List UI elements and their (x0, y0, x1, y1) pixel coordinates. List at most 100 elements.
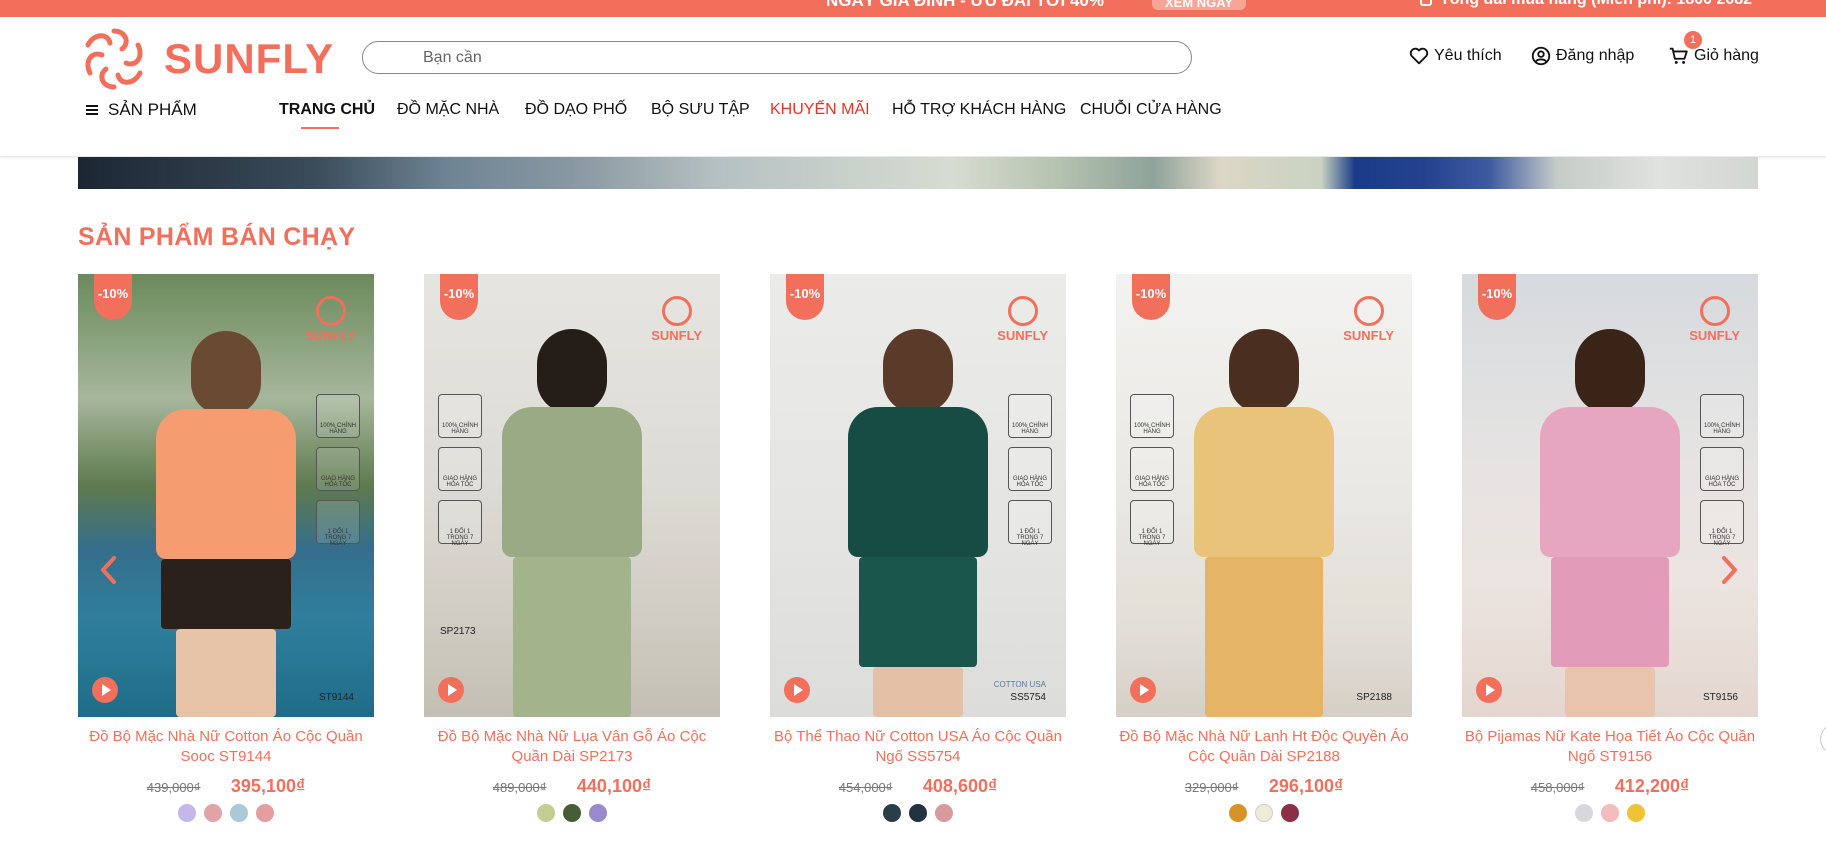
play-video-icon[interactable] (784, 677, 810, 703)
price-row: 458,000₫ 412,200₫ (1462, 776, 1758, 797)
play-video-icon[interactable] (438, 677, 464, 703)
cotton-usa-mark: COTTON USA (993, 680, 1046, 689)
product-card[interactable]: -10% SUNFLY 100% CHÍNH HÃNG GIAO HÀNG HỎ… (78, 274, 374, 827)
color-swatch[interactable] (1281, 804, 1299, 822)
search-input[interactable] (423, 46, 1163, 70)
fast-delivery-badge: GIAO HÀNG HỎA TỐC (1008, 447, 1052, 491)
color-swatches (78, 804, 374, 827)
hotline[interactable]: Tổng đài mua hàng (Miễn phí): 1800 2082 (1420, 0, 1752, 9)
color-swatch[interactable] (537, 804, 555, 822)
color-swatch[interactable] (1575, 804, 1593, 822)
color-swatch[interactable] (1627, 804, 1645, 822)
sale-price: 408,600₫ (922, 776, 998, 796)
image-sku: ST9144 (318, 692, 354, 703)
color-swatch[interactable] (589, 804, 607, 822)
color-swatches (1116, 804, 1412, 827)
sale-price: 440,100₫ (576, 776, 652, 796)
brand-mark: SUNFLY (1343, 296, 1394, 343)
product-image[interactable]: -10% SUNFLY 100% CHÍNH HÃNG GIAO HÀNG HỎ… (770, 274, 1066, 717)
color-swatch[interactable] (256, 804, 274, 822)
brand-mark: SUNFLY (305, 296, 356, 343)
discount-badge: -10% (1478, 274, 1516, 320)
exchange-badge: 1 ĐỔI 1 TRONG 7 NGÀY (1008, 500, 1052, 547)
nav-streetwear[interactable]: ĐỒ DẠO PHỐ (525, 101, 627, 119)
hero-banner[interactable] (78, 157, 1758, 189)
color-swatch[interactable] (204, 804, 222, 822)
model-figure (502, 329, 642, 717)
sunfly-logo-icon (85, 28, 143, 90)
sale-price: 395,100₫ (230, 776, 306, 796)
color-swatch[interactable] (935, 804, 953, 822)
product-name[interactable]: Bộ Thể Thao Nữ Cotton USA Áo Cộc Quần Ng… (770, 727, 1066, 767)
color-swatch[interactable] (1601, 804, 1619, 822)
image-sku: SS5754 (1010, 692, 1046, 703)
product-card[interactable]: -10% SUNFLY 100% CHÍNH HÃNG GIAO HÀNG HỎ… (770, 274, 1066, 827)
brand-mark: SUNFLY (997, 296, 1048, 343)
cart-link[interactable]: 1 Giỏ hàng (1668, 31, 1759, 67)
color-swatch[interactable] (1255, 804, 1273, 822)
product-image[interactable]: -10% SUNFLY 100% CHÍNH HÃNG GIAO HÀNG HỎ… (424, 274, 720, 717)
nav-home[interactable]: TRANG CHỦ (279, 101, 375, 129)
product-menu-button[interactable]: SẢN PHẨM (86, 100, 197, 120)
logo[interactable]: SUNFLY (78, 23, 334, 95)
nav-homewear[interactable]: ĐỒ MẶC NHÀ (397, 101, 499, 119)
product-name[interactable]: Đồ Bộ Mặc Nhà Nữ Lụa Vân Gỗ Áo Cộc Quần … (424, 727, 720, 767)
brand-text: SUNFLY (651, 328, 702, 343)
price-row: 439,000₫ 395,100₫ (78, 776, 374, 797)
search-bar[interactable] (362, 41, 1192, 74)
product-card[interactable]: -10% SUNFLY 100% CHÍNH HÃNG GIAO HÀNG HỎ… (1462, 274, 1758, 827)
sunfly-brand-icon (1007, 296, 1038, 326)
product-card[interactable]: -10% SUNFLY 100% CHÍNH HÃNG GIAO HÀNG HỎ… (1116, 274, 1412, 827)
search-icon[interactable] (379, 49, 395, 65)
login-link[interactable]: Đăng nhập (1530, 45, 1634, 67)
carousel-prev-icon[interactable] (98, 555, 118, 585)
nav-store-chain[interactable]: CHUỖI CỬA HÀNG (1080, 101, 1222, 119)
discount-badge: -10% (786, 274, 824, 320)
wishlist-link[interactable]: Yêu thích (1408, 45, 1502, 67)
image-sku: SP2173 (440, 626, 476, 637)
product-name[interactable]: Đồ Bộ Mặc Nhà Nữ Lanh Ht Độc Quyền Áo Cộ… (1116, 727, 1412, 767)
play-video-icon[interactable] (1476, 677, 1502, 703)
product-image[interactable]: -10% SUNFLY 100% CHÍNH HÃNG GIAO HÀNG HỎ… (1462, 274, 1758, 717)
discount-badge: -10% (1132, 274, 1170, 320)
color-swatches (770, 804, 1066, 827)
product-name[interactable]: Đồ Bộ Mặc Nhà Nữ Cotton Áo Cộc Quần Sooc… (78, 727, 374, 767)
phone-icon (1420, 0, 1432, 6)
color-swatch[interactable] (1229, 804, 1247, 822)
color-swatches (424, 804, 720, 827)
original-price: 329,000₫ (1184, 780, 1239, 795)
exchange-badge: 1 ĐỔI 1 TRONG 7 NGÀY (316, 500, 360, 547)
exchange-badge: 1 ĐỔI 1 TRONG 7 NGÀY (438, 500, 482, 547)
play-video-icon[interactable] (1130, 677, 1156, 703)
fast-delivery-badge: GIAO HÀNG HỎA TỐC (316, 447, 360, 491)
cart-count-badge: 1 (1684, 31, 1702, 49)
heart-icon (1409, 47, 1429, 65)
product-card[interactable]: -10% SUNFLY 100% CHÍNH HÃNG GIAO HÀNG HỎ… (424, 274, 720, 827)
wishlist-label: Yêu thích (1434, 47, 1502, 64)
floating-chat-button[interactable] (1820, 724, 1826, 754)
original-price: 439,000₫ (146, 780, 201, 795)
color-swatch[interactable] (178, 804, 196, 822)
nav-customer-support[interactable]: HỖ TRỢ KHÁCH HÀNG (892, 101, 1066, 119)
color-swatch[interactable] (230, 804, 248, 822)
product-name[interactable]: Bộ Pijamas Nữ Kate Họa Tiết Áo Cộc Quần … (1462, 727, 1758, 767)
brand-text: SUNFLY (997, 328, 1048, 343)
color-swatch[interactable] (883, 804, 901, 822)
fast-delivery-badge: GIAO HÀNG HỎA TỐC (1130, 447, 1174, 491)
carousel-next-icon[interactable] (1720, 555, 1740, 585)
promo-cta-button[interactable]: XEM NGAY (1152, 0, 1246, 10)
color-swatch[interactable] (909, 804, 927, 822)
nav-collection[interactable]: BỘ SƯU TẬP (651, 101, 750, 119)
play-video-icon[interactable] (92, 677, 118, 703)
cart-icon (1669, 47, 1688, 64)
cart-label: Giỏ hàng (1694, 47, 1759, 64)
nav-promotions[interactable]: KHUYẾN MÃI (770, 101, 870, 119)
color-swatches (1462, 804, 1758, 827)
brand-text: SUNFLY (1689, 328, 1740, 343)
brand-text: SUNFLY (305, 328, 356, 343)
color-swatch[interactable] (563, 804, 581, 822)
service-badges: 100% CHÍNH HÃNG GIAO HÀNG HỎA TỐC 1 ĐỔI … (438, 394, 482, 553)
product-image[interactable]: -10% SUNFLY 100% CHÍNH HÃNG GIAO HÀNG HỎ… (1116, 274, 1412, 717)
product-image[interactable]: -10% SUNFLY 100% CHÍNH HÃNG GIAO HÀNG HỎ… (78, 274, 374, 717)
exchange-badge: 1 ĐỔI 1 TRONG 7 NGÀY (1700, 500, 1744, 547)
